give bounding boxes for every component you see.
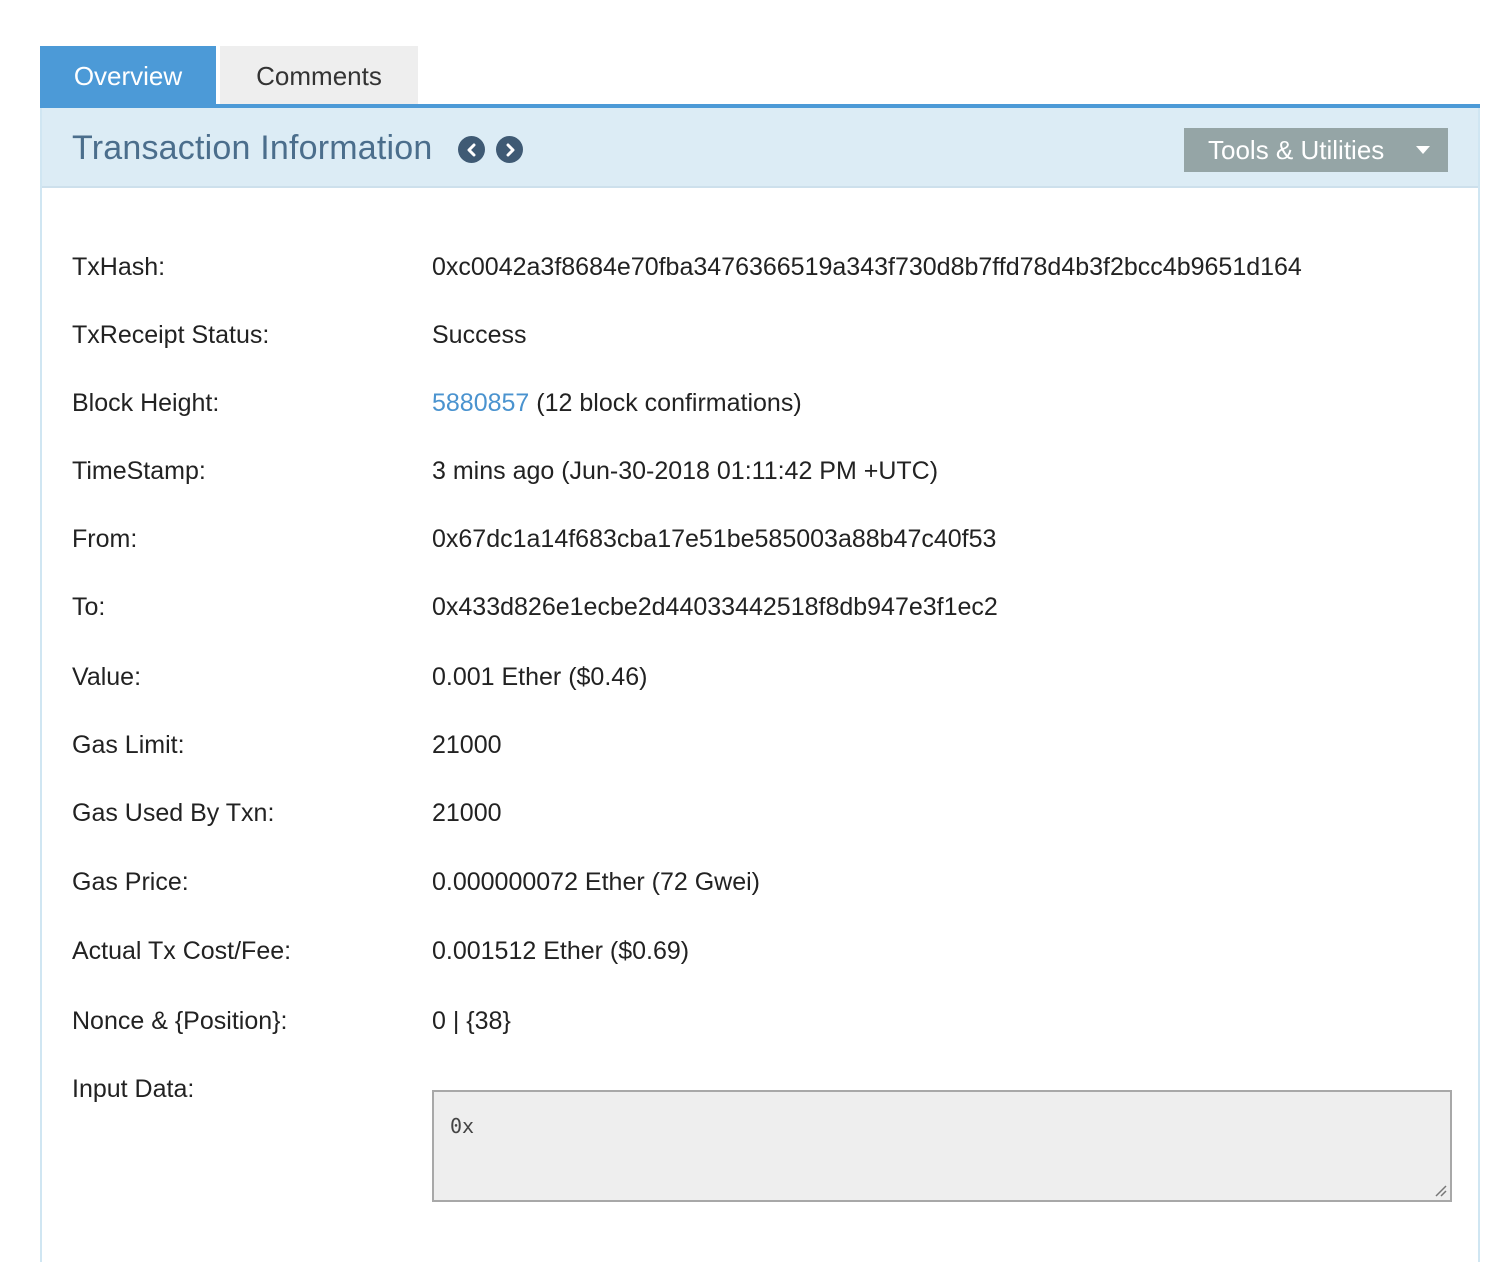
input-data-textarea[interactable]: 0x: [432, 1090, 1452, 1202]
timestamp-label: TimeStamp:: [72, 457, 206, 485]
block-confirmations: (12 block confirmations): [536, 389, 802, 417]
detail-row-block: Block Height: 5880857 (12 block confirma…: [42, 383, 1478, 423]
detail-row-gas-limit: Gas Limit: 21000: [42, 725, 1478, 765]
detail-row-to: To: 0x433d826e1ecbe2d44033442518f8db947e…: [42, 587, 1478, 627]
detail-row-from: From: 0x67dc1a14f683cba17e51be585003a88b…: [42, 519, 1478, 559]
page-title: Transaction Information: [72, 129, 433, 167]
resize-grip-icon[interactable]: [1433, 1183, 1447, 1197]
block-height-value: 5880857 (12 block confirmations): [432, 383, 802, 423]
txhash-label: TxHash:: [72, 253, 166, 281]
transaction-panel: Transaction Information Tools & Utilitie…: [40, 108, 1480, 1262]
value-label: Value:: [72, 663, 142, 691]
value-amount: 0.001 Ether ($0.46): [432, 663, 648, 691]
gas-limit-value: 21000: [432, 731, 502, 759]
gas-limit-label: Gas Limit:: [72, 731, 185, 759]
detail-row-gas-price: Gas Price: 0.000000072 Ether (72 Gwei): [42, 862, 1478, 902]
gas-price-label: Gas Price:: [72, 868, 189, 896]
gas-price-value: 0.000000072 Ether (72 Gwei): [432, 868, 760, 896]
status-value: Success: [432, 321, 527, 349]
detail-row-status: TxReceipt Status: Success: [42, 315, 1478, 355]
detail-row-fee: Actual Tx Cost/Fee: 0.001512 Ether ($0.6…: [42, 931, 1478, 971]
tools-utilities-button[interactable]: Tools & Utilities: [1184, 128, 1448, 172]
detail-row-gas-used: Gas Used By Txn: 21000: [42, 793, 1478, 833]
detail-row-timestamp: TimeStamp: 3 mins ago (Jun-30-2018 01:11…: [42, 451, 1478, 491]
status-label: TxReceipt Status:: [72, 321, 270, 349]
nonce-value: 0 | {38}: [432, 1007, 511, 1035]
input-data-label: Input Data:: [72, 1075, 195, 1103]
chevron-left-circle-icon[interactable]: [458, 136, 485, 163]
block-height-label: Block Height:: [72, 389, 220, 417]
input-data-value: 0x: [450, 1114, 475, 1138]
to-address-link[interactable]: 0x433d826e1ecbe2d44033442518f8db947e3f1e…: [432, 587, 998, 627]
to-label: To:: [72, 593, 106, 621]
tab-comments[interactable]: Comments: [220, 46, 418, 106]
chevron-right-circle-icon[interactable]: [496, 136, 523, 163]
panel-header: Transaction Information Tools & Utilitie…: [42, 108, 1478, 188]
tab-bar: Overview Comments: [40, 46, 418, 106]
fee-label: Actual Tx Cost/Fee:: [72, 937, 292, 965]
gas-used-label: Gas Used By Txn:: [72, 799, 275, 827]
from-address-link[interactable]: 0x67dc1a14f683cba17e51be585003a88b47c40f…: [432, 519, 996, 559]
block-number-link[interactable]: 5880857: [432, 389, 529, 417]
caret-down-icon: [1416, 146, 1430, 154]
detail-row-value: Value: 0.001 Ether ($0.46): [42, 657, 1478, 697]
from-label: From:: [72, 525, 138, 553]
gas-used-value: 21000: [432, 799, 502, 827]
fee-value: 0.001512 Ether ($0.69): [432, 937, 690, 965]
txhash-value: 0xc0042a3f8684e70fba3476366519a343f730d8…: [432, 253, 1302, 281]
nonce-label: Nonce & {Position}:: [72, 1007, 288, 1035]
tools-utilities-label: Tools & Utilities: [1208, 135, 1385, 165]
detail-row-nonce: Nonce & {Position}: 0 | {38}: [42, 1001, 1478, 1041]
detail-row-txhash: TxHash: 0xc0042a3f8684e70fba3476366519a3…: [42, 247, 1478, 287]
timestamp-value: 3 mins ago (Jun-30-2018 01:11:42 PM +UTC…: [432, 457, 939, 485]
tab-overview[interactable]: Overview: [40, 46, 216, 106]
